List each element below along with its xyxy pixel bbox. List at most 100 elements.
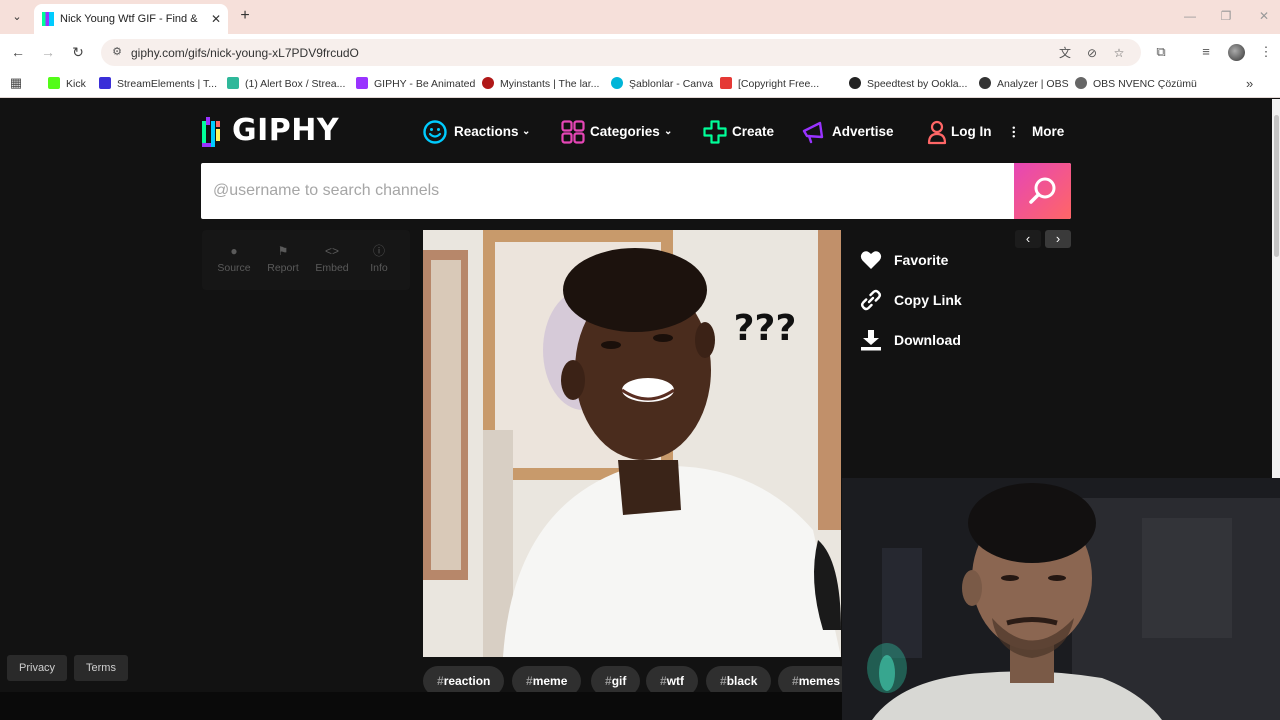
browser-toolbar: ← → ↻ ⚙ giphy.com/gifs/nick-young-xL7PDV… <box>0 34 1280 70</box>
nav-advertise[interactable]: Advertise <box>801 119 901 145</box>
tag-label: meme <box>532 674 568 688</box>
tag-pill[interactable]: #meme <box>512 666 582 692</box>
apps-grid-icon[interactable]: ▦ <box>9 76 23 90</box>
hash-icon: # <box>526 674 533 688</box>
bookmark-item[interactable]: Myinstants | The lar... <box>482 76 599 92</box>
next-gif-button[interactable]: › <box>1045 230 1071 248</box>
bookmark-item[interactable]: Kick <box>48 76 86 92</box>
forward-button[interactable]: → <box>39 43 57 61</box>
gif-caption: ??? <box>734 308 797 349</box>
tab-search-dropdown-icon[interactable]: ⌄ <box>7 7 27 27</box>
bookmark-item[interactable]: Analyzer | OBS <box>979 76 1069 92</box>
tag-pill[interactable]: #gif <box>591 666 641 692</box>
download-button[interactable]: Download <box>860 329 990 353</box>
bookmark-item[interactable]: (1) Alert Box / Strea... <box>227 76 345 92</box>
download-icon <box>861 330 881 351</box>
tracking-protection-icon[interactable]: ⊘ <box>1084 45 1100 61</box>
nav-advertise-label: Advertise <box>832 124 894 139</box>
info-label: Info <box>370 262 388 274</box>
giphy-favicon-icon <box>42 12 54 26</box>
hash-icon: # <box>437 674 444 688</box>
previous-gif-button[interactable]: ‹ <box>1015 230 1041 248</box>
embed-button[interactable]: <> Embed <box>310 242 354 278</box>
privacy-link[interactable]: Privacy <box>7 655 68 681</box>
globe-icon: ● <box>230 244 238 258</box>
nav-create-label: Create <box>732 124 775 139</box>
address-bar[interactable]: ⚙ giphy.com/gifs/nick-young-xL7PDV9frcud… <box>101 39 1141 66</box>
browser-tab-strip: ⌄ Nick Young Wtf GIF - Find & Sh ✕ + — ❐… <box>0 0 1280 34</box>
categories-grid-icon <box>561 120 585 144</box>
user-icon <box>927 120 947 145</box>
favorite-button[interactable]: Favorite <box>860 249 990 273</box>
minimize-window-icon[interactable]: — <box>1182 8 1198 24</box>
nav-more[interactable]: More <box>1010 119 1070 145</box>
terms-link[interactable]: Terms <box>74 655 128 681</box>
search-icon <box>1029 177 1056 204</box>
gif-image[interactable]: ??? <box>423 230 841 657</box>
tag-label: wtf <box>666 674 685 688</box>
back-button[interactable]: ← <box>9 43 27 61</box>
report-button[interactable]: ⚑ Report <box>261 242 305 278</box>
browser-tab-active[interactable]: Nick Young Wtf GIF - Find & Sh ✕ <box>34 4 228 34</box>
obs-nvenc-favicon-icon <box>1075 77 1087 89</box>
extensions-icon[interactable]: ⧉ <box>1153 44 1169 60</box>
tag-pill[interactable]: #wtf <box>646 666 699 692</box>
browser-menu-icon[interactable]: ⋮ <box>1258 44 1274 60</box>
giphy-wordmark: GIPHY <box>232 113 340 148</box>
tag-label: memes <box>798 674 841 688</box>
bookmark-label: [Copyright Free... <box>738 78 820 90</box>
link-icon <box>860 289 882 311</box>
speedtest-favicon-icon <box>849 77 861 89</box>
restore-window-icon[interactable]: ❐ <box>1218 8 1234 24</box>
giphy-logo[interactable]: GIPHY <box>202 113 352 151</box>
download-label: Download <box>894 332 961 348</box>
nav-categories[interactable]: Categories ⌄ <box>560 119 678 145</box>
bookmark-label: (1) Alert Box / Strea... <box>245 78 346 90</box>
tag-pill[interactable]: #reaction <box>423 666 505 692</box>
smiley-icon <box>423 120 447 144</box>
code-icon: <> <box>324 244 339 258</box>
info-icon: ⓘ <box>372 244 385 258</box>
nav-login-label: Log In <box>951 124 992 139</box>
bookmark-star-icon[interactable]: ☆ <box>1111 45 1127 61</box>
bookmark-label: Myinstants | The lar... <box>500 78 600 90</box>
reload-button[interactable]: ↻ <box>69 43 87 61</box>
bookmark-item[interactable]: Speedtest by Ookla... <box>849 76 967 92</box>
giphy-favicon-icon <box>356 77 368 89</box>
bookmark-item[interactable]: GIPHY - Be Animated <box>356 76 475 92</box>
site-info-icon[interactable]: ⚙ <box>110 45 124 59</box>
favorite-label: Favorite <box>894 252 949 268</box>
tag-pill[interactable]: #black <box>706 666 772 692</box>
media-controls-icon[interactable]: ≡ <box>1198 44 1214 60</box>
more-bookmarks-chevron-icon[interactable]: » <box>1246 76 1260 92</box>
profile-avatar[interactable] <box>1228 44 1245 61</box>
nav-reactions[interactable]: Reactions ⌄ <box>422 119 534 145</box>
copy-link-label: Copy Link <box>894 292 962 308</box>
source-button[interactable]: ● Source <box>212 242 256 278</box>
bookmark-label: OBS NVENC Çözümü <box>1093 78 1197 90</box>
scrollbar-thumb[interactable] <box>1274 115 1279 257</box>
info-button[interactable]: ⓘ Info <box>357 242 401 278</box>
bookmark-item[interactable]: OBS NVENC Çözümü <box>1075 76 1197 92</box>
bookmark-item[interactable]: [Copyright Free... <box>720 76 819 92</box>
close-window-icon[interactable]: ✕ <box>1256 8 1272 24</box>
search-button[interactable] <box>1014 163 1071 219</box>
gif-actions-panel: ● Source ⚑ Report <> Embed ⓘ Info <box>202 230 410 290</box>
new-tab-button[interactable]: + <box>236 7 254 25</box>
nav-categories-label: Categories <box>590 124 660 139</box>
nav-login[interactable]: Log In <box>926 119 992 145</box>
webcam-overlay <box>842 478 1280 720</box>
nav-create[interactable]: Create <box>702 119 782 145</box>
url-text: giphy.com/gifs/nick-young-xL7PDV9frcudO <box>131 46 359 60</box>
close-tab-icon[interactable]: ✕ <box>208 11 224 27</box>
copy-link-button[interactable]: Copy Link <box>860 289 990 313</box>
bookmark-item[interactable]: StreamElements | T... <box>99 76 217 92</box>
source-label: Source <box>217 262 251 274</box>
bookmark-label: Kick <box>66 78 86 90</box>
bookmark-item[interactable]: Şablonlar - Canva <box>611 76 713 92</box>
search-input[interactable] <box>213 178 1003 204</box>
obs-favicon-icon <box>979 77 991 89</box>
tab-title: Nick Young Wtf GIF - Find & Sh <box>60 13 200 25</box>
translate-icon[interactable]: 文 <box>1057 45 1073 61</box>
bookmark-label: GIPHY - Be Animated <box>374 78 476 90</box>
